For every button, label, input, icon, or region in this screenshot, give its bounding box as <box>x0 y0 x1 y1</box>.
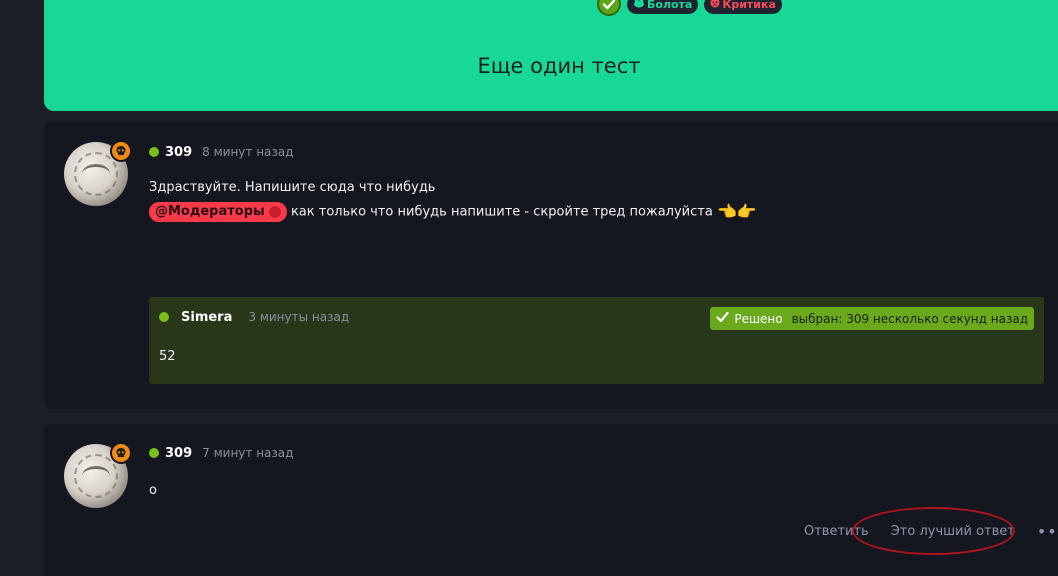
post: 309 8 минут назад Здраствуйте. Напишите … <box>44 122 1058 409</box>
post-actions: Ответить Это лучший ответ ••• <box>804 521 1058 541</box>
quote-username[interactable]: Simera <box>181 310 232 325</box>
post-body: Здраствуйте. Напишите сюда что нибудь @М… <box>149 176 757 225</box>
post-header: 309 7 минут назад <box>149 445 293 461</box>
angry-face-icon <box>710 0 720 11</box>
skull-badge-icon <box>110 442 132 464</box>
frog-icon <box>633 0 645 11</box>
best-answer-quote[interactable]: Simera 3 минуты назад Решено выбран: 309… <box>149 297 1044 384</box>
skull-badge-icon <box>110 140 132 162</box>
mention-label: @Модераторы <box>155 204 265 219</box>
more-options-icon[interactable]: ••• <box>1037 522 1058 541</box>
post-line: Здраствуйте. Напишите сюда что нибудь <box>149 180 436 195</box>
online-status-icon <box>159 312 169 322</box>
post-time[interactable]: 8 минут назад <box>202 145 293 159</box>
post-body: о <box>149 483 157 498</box>
tag-label: Болота <box>647 0 693 11</box>
topic-meta: Болота Критика <box>597 0 782 16</box>
tag-label: Критика <box>722 0 776 11</box>
post: 309 7 минут назад о Ответить Это лучший … <box>44 424 1058 576</box>
post-header: 309 8 минут назад <box>149 144 293 160</box>
avatar[interactable] <box>64 442 134 514</box>
post-time[interactable]: 7 минут назад <box>202 446 293 460</box>
best-answer-button[interactable]: Это лучший ответ <box>891 524 1015 539</box>
reply-button[interactable]: Ответить <box>804 524 869 539</box>
check-icon <box>716 311 730 326</box>
online-status-icon <box>149 147 159 157</box>
post-line-text: как только что нибудь напишите - скройте… <box>290 204 713 220</box>
username[interactable]: 309 <box>165 145 192 160</box>
username[interactable]: 309 <box>165 446 192 461</box>
chosen-label: выбран: 309 несколько секунд назад <box>791 311 1028 326</box>
solved-check-icon <box>597 0 621 16</box>
page: Болота Критика Еще один тест 309 8 минут… <box>0 0 1058 576</box>
quote-body: 52 <box>159 349 176 364</box>
solved-label: Решено <box>734 311 783 326</box>
pointing-hands-icon: 👈👉 <box>716 202 757 221</box>
tag-swamp[interactable]: Болота <box>627 0 699 14</box>
post-line: @Модераторы как только что нибудь напиши… <box>149 200 757 225</box>
moderator-icon <box>268 206 281 218</box>
topic-header: Болота Критика Еще один тест <box>44 0 1058 111</box>
topic-title: Еще один тест <box>477 54 641 78</box>
mention-moderators[interactable]: @Модераторы <box>149 202 287 222</box>
online-status-icon <box>149 448 159 458</box>
avatar[interactable] <box>64 140 134 212</box>
quote-time: 3 минуты назад <box>248 310 350 324</box>
quote-header: Simera 3 минуты назад <box>159 309 349 325</box>
solved-badge: Решено выбран: 309 несколько секунд наза… <box>710 307 1034 330</box>
tag-critic[interactable]: Критика <box>704 0 782 14</box>
